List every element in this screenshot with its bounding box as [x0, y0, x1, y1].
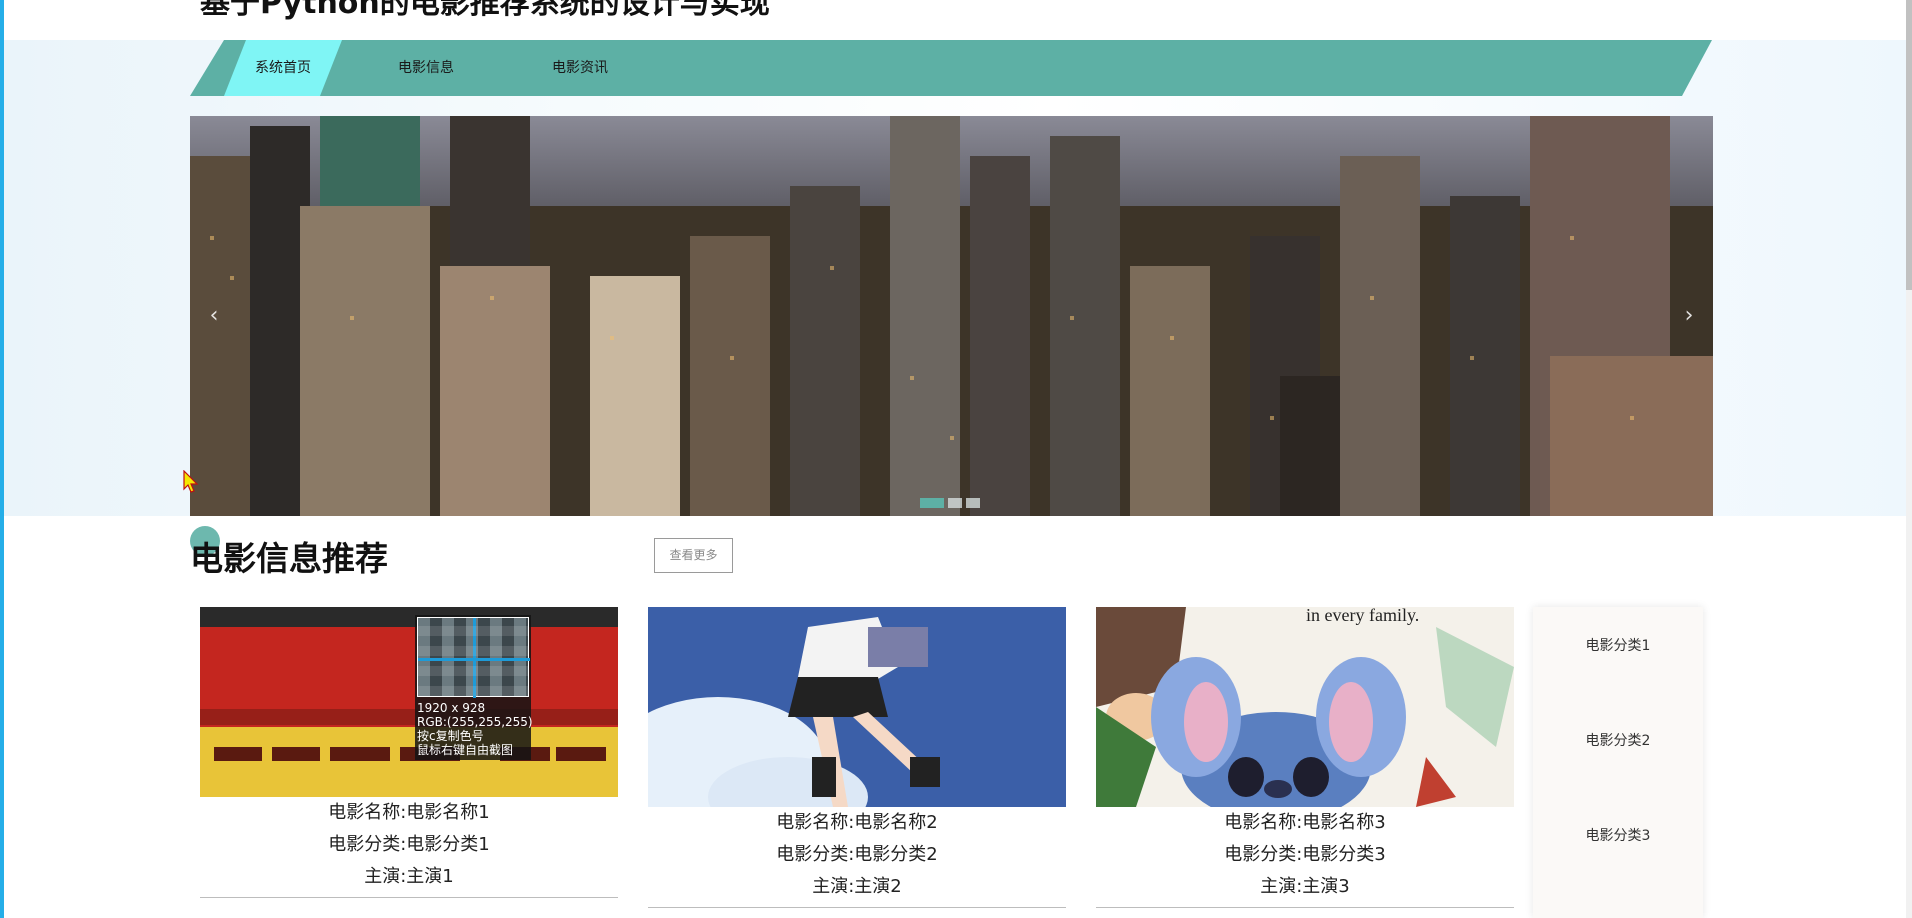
movie-actor-2: 主演:主演2	[812, 876, 902, 897]
card-divider	[200, 897, 618, 898]
movie-poster-3: in every family.	[1096, 607, 1514, 807]
main-nav: 系统首页 电影信息 电影资讯	[190, 40, 1712, 96]
movie-card-1[interactable]: 电影名称:电影名称1 电影分类:电影分类1 主演:主演1	[200, 607, 618, 898]
category-item-2[interactable]: 电影分类2	[1533, 730, 1703, 750]
movie-category-2: 电影分类:电影分类2	[776, 844, 938, 865]
category-sidebar: 电影分类1 电影分类2 电影分类3	[1533, 607, 1703, 918]
nav-item-news[interactable]: 电影资讯	[520, 40, 640, 96]
movie-category-1: 电影分类:电影分类1	[328, 834, 490, 855]
banner-prev-arrow[interactable]: ‹	[202, 304, 226, 328]
picker-zoom-preview	[417, 617, 530, 698]
site-title: 基于Python的电影推荐系统的设计与实现	[200, 0, 770, 21]
banner-next-arrow[interactable]: ›	[1677, 304, 1701, 328]
picker-screenshot-hint: 鼠标右键自由截图	[417, 743, 514, 757]
scrollbar-thumb[interactable]	[1906, 0, 1912, 290]
poster-caption: in every family.	[1306, 607, 1419, 625]
banner-dot-1[interactable]	[920, 498, 944, 508]
movie-card-2[interactable]: 电影名称:电影名称2 电影分类:电影分类2 主演:主演2	[648, 607, 1066, 908]
movie-poster-1	[200, 607, 618, 797]
movie-poster-2	[648, 607, 1066, 807]
movie-name-3: 电影名称:电影名称3	[1224, 812, 1386, 833]
banner-image	[190, 116, 1713, 516]
category-item-3[interactable]: 电影分类3	[1533, 825, 1703, 845]
card-divider	[648, 907, 1066, 908]
picker-copy-hint: 按c复制色号	[417, 729, 484, 743]
movie-category-3: 电影分类:电影分类3	[1224, 844, 1386, 865]
movie-card-3[interactable]: in every family. 电影名称:电影名称3 电影分类:电影分类3 主…	[1096, 607, 1514, 908]
movie-name-1: 电影名称:电影名称1	[328, 802, 490, 823]
nav-item-movies[interactable]: 电影信息	[366, 40, 486, 96]
banner-carousel[interactable]: ‹ ›	[190, 116, 1713, 516]
banner-indicators	[920, 498, 980, 508]
section-title: 电影信息推荐	[190, 539, 388, 578]
picker-dimensions: 1920 x 928	[417, 701, 486, 715]
picker-rgb: RGB:(255,255,255)	[417, 715, 533, 729]
banner-dot-2[interactable]	[948, 498, 962, 508]
category-item-1[interactable]: 电影分类1	[1533, 635, 1703, 655]
nav-item-home[interactable]: 系统首页	[224, 40, 342, 96]
banner-dot-3[interactable]	[966, 498, 980, 508]
color-picker-tooltip: 1920 x 928 RGB:(255,255,255) 按c复制色号 鼠标右键…	[415, 615, 533, 760]
movie-actor-1: 主演:主演1	[364, 866, 454, 887]
card-divider	[1096, 907, 1514, 908]
mouse-cursor-icon	[183, 470, 199, 493]
page-scrollbar[interactable]	[1906, 0, 1912, 918]
movie-name-2: 电影名称:电影名称2	[776, 812, 938, 833]
movie-actor-3: 主演:主演3	[1260, 876, 1350, 897]
view-more-button[interactable]: 查看更多	[654, 538, 733, 573]
